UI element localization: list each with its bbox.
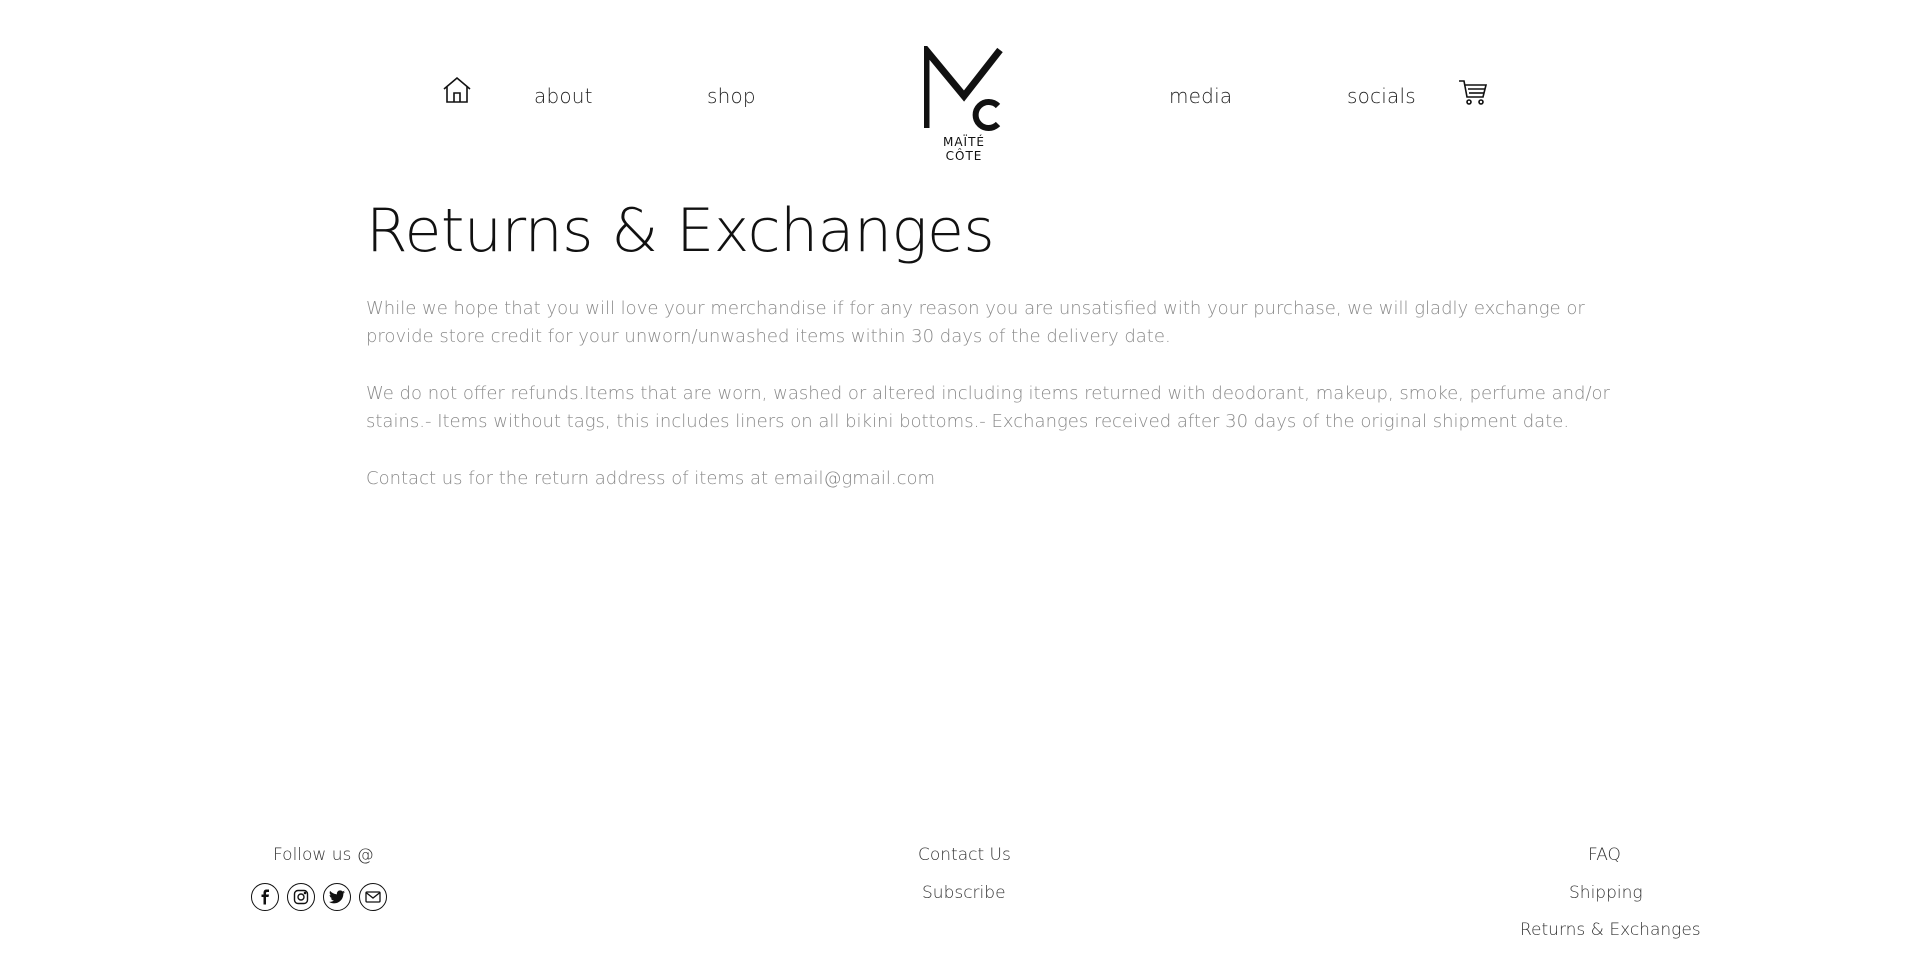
paragraph-contact: Contact us for the return address of ite…	[366, 468, 936, 489]
footer-link-faq[interactable]: FAQ	[1588, 845, 1621, 865]
footer-link-shipping[interactable]: Shipping	[1569, 883, 1643, 903]
page: about shop MAÏTÉ CÔTE media socials Retu…	[0, 0, 1920, 969]
nav-media[interactable]: media	[1169, 84, 1232, 108]
social-icons	[251, 883, 387, 911]
instagram-icon[interactable]	[287, 883, 315, 911]
logo-mark	[922, 40, 1003, 131]
home-icon[interactable]	[441, 74, 473, 106]
logo-text: MAÏTÉ CÔTE	[942, 135, 985, 163]
cart-icon[interactable]	[1457, 76, 1489, 108]
email-icon[interactable]	[359, 883, 387, 911]
page-title: Returns & Exchanges	[366, 196, 995, 266]
nav-socials[interactable]: socials	[1347, 84, 1416, 108]
facebook-icon[interactable]	[251, 883, 279, 911]
paragraph-exchange-policy: While we hope that you will love your me…	[366, 298, 1585, 347]
footer-link-returns-exchanges[interactable]: Returns & Exchanges	[1520, 920, 1701, 940]
twitter-icon[interactable]	[323, 883, 351, 911]
footer-link-subscribe[interactable]: Subscribe	[922, 883, 1006, 903]
paragraph-no-refunds: We do not offer refunds.Items that are w…	[366, 383, 1610, 432]
brand-logo[interactable]: MAÏTÉ CÔTE	[922, 40, 1004, 163]
nav-about[interactable]: about	[534, 84, 593, 108]
footer-link-contact-us[interactable]: Contact Us	[918, 845, 1011, 865]
nav-shop[interactable]: shop	[707, 84, 756, 108]
follow-us-label: Follow us @	[273, 845, 374, 865]
